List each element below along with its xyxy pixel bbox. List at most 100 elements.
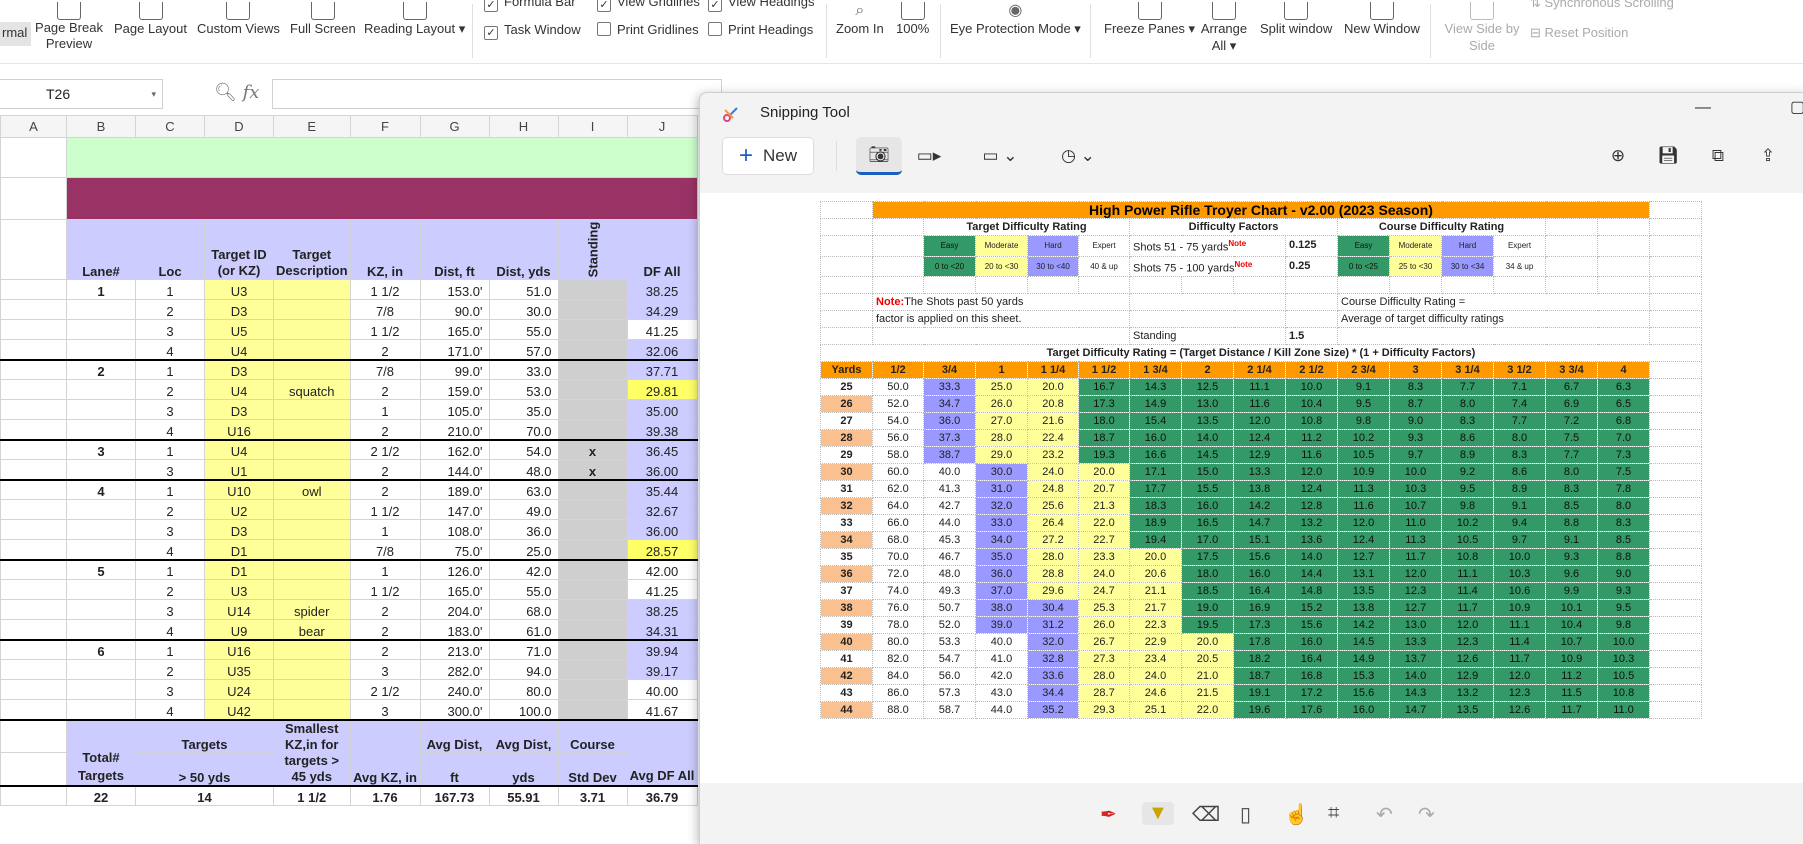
- lane-cell[interactable]: [66, 579, 136, 600]
- df-cell[interactable]: 36.45: [626, 438, 698, 460]
- target-desc-cell[interactable]: [273, 638, 351, 660]
- dist-ft-cell[interactable]: 240.0': [419, 679, 490, 700]
- target-id-cell[interactable]: U3: [204, 579, 274, 600]
- standing-cell[interactable]: [557, 558, 628, 580]
- ruler-icon[interactable]: ▯: [1240, 802, 1251, 827]
- dist-yds-cell[interactable]: 53.0: [488, 379, 559, 400]
- loc-cell[interactable]: 1: [135, 558, 205, 580]
- target-desc-cell[interactable]: [273, 279, 351, 300]
- target-desc-cell[interactable]: [273, 679, 351, 700]
- standing-cell[interactable]: [557, 599, 628, 620]
- dist-ft-cell[interactable]: 126.0': [419, 558, 490, 580]
- highlighter-icon[interactable]: ▼: [1142, 802, 1174, 825]
- df-cell[interactable]: 34.31: [626, 619, 698, 640]
- view-gridlines-checkbox[interactable]: ✓ View Gridlines: [597, 0, 700, 12]
- standing-cell[interactable]: [557, 399, 628, 420]
- lane-cell[interactable]: 3: [66, 438, 136, 460]
- kz-cell[interactable]: 1: [349, 399, 421, 420]
- cell[interactable]: [0, 579, 67, 600]
- target-desc-cell[interactable]: [273, 699, 351, 720]
- dist-ft-cell[interactable]: 210.0': [419, 419, 490, 440]
- cell[interactable]: [0, 619, 67, 640]
- dist-yds-cell[interactable]: 100.0: [488, 699, 559, 720]
- target-id-cell[interactable]: U2: [204, 499, 274, 520]
- eraser-icon[interactable]: ⌫: [1192, 802, 1220, 827]
- kz-cell[interactable]: 3: [349, 699, 421, 720]
- loc-cell[interactable]: 3: [135, 599, 205, 620]
- dist-yds-cell[interactable]: 71.0: [488, 638, 559, 660]
- standing-cell[interactable]: [557, 339, 628, 360]
- cell[interactable]: [0, 438, 67, 460]
- standing-cell[interactable]: [557, 539, 628, 560]
- kz-cell[interactable]: 1 1/2: [349, 499, 421, 520]
- column-header[interactable]: I: [557, 115, 628, 138]
- new-snip-button[interactable]: + New: [722, 137, 814, 175]
- target-desc-cell[interactable]: [273, 339, 351, 360]
- kz-cell[interactable]: 1: [349, 519, 421, 540]
- column-header[interactable]: A: [0, 115, 67, 138]
- kz-cell[interactable]: 1 1/2: [349, 279, 421, 300]
- df-cell[interactable]: 38.25: [626, 279, 698, 300]
- target-desc-cell[interactable]: [273, 399, 351, 420]
- target-id-cell[interactable]: D3: [204, 299, 274, 320]
- kz-cell[interactable]: 7/8: [349, 299, 421, 320]
- target-id-cell[interactable]: U5: [204, 319, 274, 340]
- summary-avg-kz[interactable]: 1.76: [349, 784, 421, 806]
- cell[interactable]: [0, 339, 67, 360]
- dist-ft-cell[interactable]: 153.0': [419, 279, 490, 300]
- cell[interactable]: [0, 419, 67, 440]
- df-cell[interactable]: 32.06: [626, 339, 698, 360]
- target-id-cell[interactable]: U4: [204, 339, 274, 360]
- target-id-cell[interactable]: U9: [204, 619, 274, 640]
- cell[interactable]: [0, 558, 67, 580]
- target-desc-cell[interactable]: [273, 579, 351, 600]
- loc-cell[interactable]: 2: [135, 499, 205, 520]
- kz-cell[interactable]: 2 1/2: [349, 679, 421, 700]
- standing-cell[interactable]: [557, 519, 628, 540]
- dist-ft-cell[interactable]: 204.0': [419, 599, 490, 620]
- dist-yds-cell[interactable]: 48.0: [488, 459, 559, 480]
- lane-cell[interactable]: [66, 419, 136, 440]
- loc-cell[interactable]: 3: [135, 459, 205, 480]
- target-desc-cell[interactable]: bear: [273, 619, 351, 640]
- target-desc-cell[interactable]: [273, 358, 351, 380]
- dist-ft-cell[interactable]: 189.0': [419, 478, 490, 500]
- dist-ft-cell[interactable]: 147.0': [419, 499, 490, 520]
- target-id-cell[interactable]: U1: [204, 459, 274, 480]
- cell[interactable]: [0, 459, 67, 480]
- kz-cell[interactable]: 1 1/2: [349, 319, 421, 340]
- timer-dropdown[interactable]: ◷ ⌄: [1050, 137, 1106, 175]
- minimize-icon[interactable]: —: [1695, 99, 1711, 117]
- target-id-cell[interactable]: U14: [204, 599, 274, 620]
- target-desc-cell[interactable]: [273, 558, 351, 580]
- kz-cell[interactable]: 2: [349, 619, 421, 640]
- standing-cell[interactable]: [557, 638, 628, 660]
- target-desc-cell[interactable]: owl: [273, 478, 351, 500]
- snip-mode-dropdown[interactable]: ▭ ⌄: [972, 137, 1028, 175]
- normal-view-button[interactable]: rmal: [0, 22, 32, 46]
- zoom-100-button[interactable]: 100%: [896, 2, 929, 37]
- copy-icon[interactable]: ⧉: [1700, 137, 1736, 175]
- target-id-cell[interactable]: U3: [204, 279, 274, 300]
- name-box[interactable]: T26 ▾: [0, 79, 163, 109]
- standing-cell[interactable]: [557, 579, 628, 600]
- cell[interactable]: [0, 539, 67, 560]
- lane-cell[interactable]: 6: [66, 638, 136, 660]
- target-desc-cell[interactable]: [273, 519, 351, 540]
- summary-smallest[interactable]: 1 1/2: [273, 784, 351, 806]
- split-window-button[interactable]: Split window: [1260, 2, 1332, 37]
- summary-std[interactable]: 3.71: [557, 784, 628, 806]
- reading-layout-button[interactable]: Reading Layout ▾: [364, 2, 465, 37]
- target-id-cell[interactable]: U4: [204, 379, 274, 400]
- dist-yds-cell[interactable]: 33.0: [488, 358, 559, 380]
- df-cell[interactable]: 39.94: [626, 638, 698, 660]
- cell[interactable]: [0, 279, 67, 300]
- df-cell[interactable]: 28.57: [626, 539, 698, 560]
- cell[interactable]: [0, 679, 67, 700]
- df-cell[interactable]: 35.00: [626, 399, 698, 420]
- target-id-cell[interactable]: D1: [204, 558, 274, 580]
- kz-cell[interactable]: 2: [349, 419, 421, 440]
- kz-cell[interactable]: 2: [349, 599, 421, 620]
- cell[interactable]: [0, 358, 67, 380]
- dist-ft-cell[interactable]: 105.0': [419, 399, 490, 420]
